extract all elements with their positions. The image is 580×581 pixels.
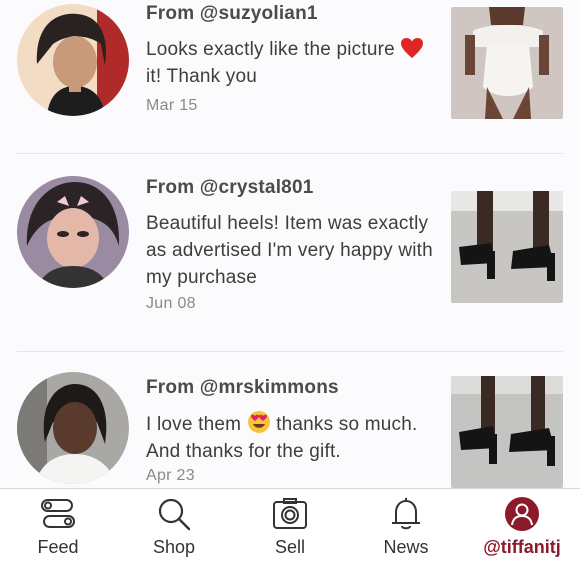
review-text-part: Looks exactly like the picture xyxy=(146,39,401,60)
review-date: Jun 08 xyxy=(146,295,196,312)
review-text: Looks exactly like the picture it! Thank… xyxy=(146,36,436,90)
nav-label: Feed xyxy=(37,537,79,557)
search-icon xyxy=(158,498,191,531)
nav-item-shop[interactable]: Shop xyxy=(116,489,232,581)
divider xyxy=(17,351,563,352)
avatar[interactable] xyxy=(17,372,129,484)
review-date: Mar 15 xyxy=(146,97,198,114)
nav-item-feed[interactable]: Feed xyxy=(0,489,116,581)
bell-icon xyxy=(392,498,420,530)
review-date: Apr 23 xyxy=(146,467,195,484)
nav-label: @tiffanitj xyxy=(483,537,561,557)
nav-item-news[interactable]: News xyxy=(348,489,464,581)
avatar[interactable] xyxy=(17,176,129,288)
camera-icon xyxy=(273,498,307,529)
nav-item-profile[interactable]: @tiffanitj xyxy=(464,489,580,581)
nav-label: Sell xyxy=(274,537,305,557)
nav-label: News xyxy=(383,537,429,557)
reviews-feed: From @suzyolian1 Looks exactly like the … xyxy=(0,0,580,488)
bottom-nav: Feed Shop Sell News @tiffanitj xyxy=(0,488,580,581)
listing-thumbnail[interactable] xyxy=(451,376,563,488)
divider xyxy=(17,153,563,154)
heart-eyes-icon xyxy=(247,410,271,433)
review-text: Beautiful heels! Item was exactly as adv… xyxy=(146,213,433,288)
review-text-part: it! Thank you xyxy=(146,66,258,87)
reviewer-username[interactable]: From @crystal801 xyxy=(146,177,313,199)
reviewer-username[interactable]: From @mrskimmons xyxy=(146,377,339,399)
listing-thumbnail[interactable] xyxy=(451,7,563,119)
nav-label: Shop xyxy=(152,537,196,557)
listing-thumbnail[interactable] xyxy=(451,191,563,303)
profile-icon xyxy=(505,497,539,531)
review-text-part: I love them xyxy=(146,414,247,435)
feed-icon xyxy=(41,499,75,528)
nav-item-sell[interactable]: Sell xyxy=(232,489,348,581)
red-heart-icon xyxy=(400,37,424,59)
review-text: I love them thanks so much. And thanks f… xyxy=(146,410,436,465)
avatar[interactable] xyxy=(17,4,129,116)
reviewer-username[interactable]: From @suzyolian1 xyxy=(146,3,318,25)
